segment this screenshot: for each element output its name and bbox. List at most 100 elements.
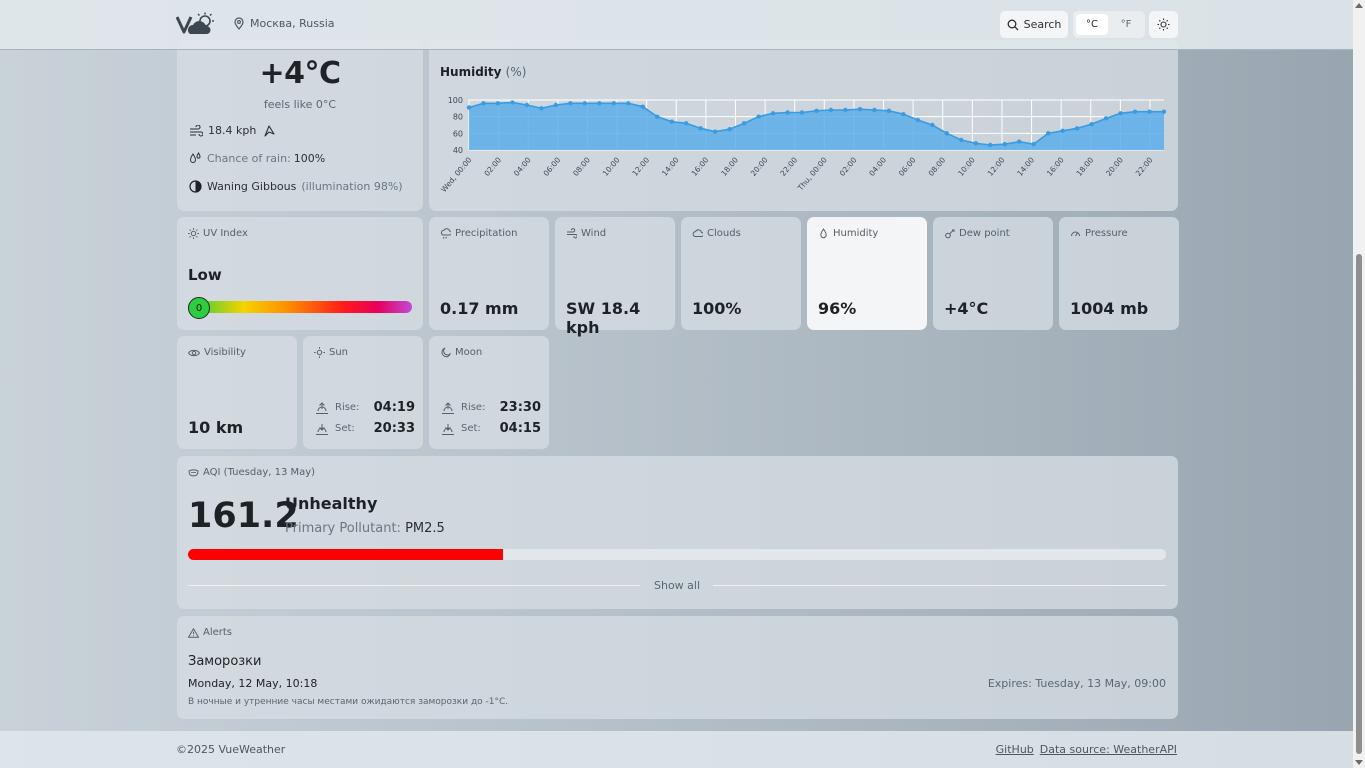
logo-icon[interactable] (176, 12, 218, 38)
humidity-point[interactable] (1002, 141, 1007, 147)
aqi-header: AQI (Tuesday, 13 May) (188, 467, 315, 478)
tile-humidity[interactable]: Humidity 96% (807, 217, 927, 330)
humidity-point[interactable] (1161, 109, 1167, 114)
tile-value: 96% (818, 299, 857, 318)
humidity-point[interactable] (1103, 116, 1109, 121)
github-link[interactable]: GitHub (996, 743, 1034, 756)
humidity-point[interactable] (553, 102, 559, 108)
humidity-point[interactable] (1132, 109, 1138, 114)
humidity-point[interactable] (1031, 141, 1036, 147)
scroll-up-arrow[interactable] (1355, 3, 1363, 8)
humidity-point[interactable] (727, 126, 732, 132)
alerts-header: Alerts (188, 627, 232, 638)
humidity-point[interactable] (655, 114, 660, 119)
humidity-point[interactable] (1118, 111, 1123, 116)
aqi-pollutant-label: Primary Pollutant: (285, 521, 401, 536)
tile-dew-point[interactable]: Dew point +4°C (933, 217, 1053, 330)
humidity-point[interactable] (930, 122, 935, 128)
scrollbar[interactable] (1353, 0, 1365, 768)
footer-links: GitHub Data source: WeatherAPI (996, 743, 1177, 756)
tile-wind[interactable]: Wind SW 18.4 kph (555, 217, 675, 337)
humidity-point[interactable] (597, 101, 602, 106)
x-tick-label: 12:00 (630, 155, 651, 178)
scroll-down-arrow[interactable] (1355, 760, 1363, 765)
humidity-point[interactable] (712, 129, 718, 134)
humidity-point[interactable] (495, 101, 501, 106)
sun-header: Sun (314, 347, 348, 358)
humidity-point[interactable] (915, 117, 921, 123)
humidity-point[interactable] (466, 105, 472, 110)
sun-label: Sun (329, 347, 349, 358)
humidity-point[interactable] (741, 121, 747, 126)
unit-celsius-button[interactable]: °C (1076, 14, 1108, 35)
tile-label: Clouds (707, 228, 741, 239)
humidity-point[interactable] (669, 119, 674, 124)
humidity-point[interactable] (1074, 126, 1080, 131)
tile-header: Clouds (692, 228, 741, 239)
humidity-point[interactable] (901, 111, 906, 117)
alerts-card: Alerts Заморозки Monday, 12 May, 10:18 E… (177, 616, 1178, 719)
humidity-point[interactable] (1045, 131, 1051, 136)
humidity-point[interactable] (568, 101, 573, 106)
humidity-point[interactable] (785, 110, 790, 115)
humidity-point[interactable] (698, 126, 703, 131)
humidity-point[interactable] (539, 106, 544, 111)
humidity-point[interactable] (828, 107, 834, 113)
x-tick-label: 14:00 (660, 155, 681, 178)
humidity-point[interactable] (944, 131, 950, 136)
aqi-label: AQI (Tuesday, 13 May) (203, 467, 316, 478)
humidity-point[interactable] (481, 101, 486, 106)
tile-pressure[interactable]: Pressure 1004 mb (1059, 217, 1179, 330)
location[interactable]: Москва, Russia (233, 17, 335, 30)
uv-index-card: UV Index Low 0 (177, 217, 423, 330)
humidity-point[interactable] (524, 102, 530, 108)
humidity-point[interactable] (988, 142, 993, 148)
moon-illumination: (illumination 98%) (301, 180, 403, 193)
visibility-value: 10 km (188, 418, 244, 437)
location-text: Москва, Russia (250, 17, 335, 30)
humidity-point[interactable] (683, 121, 689, 126)
humidity-point[interactable] (886, 108, 892, 114)
aqi-show-all[interactable]: Show all (188, 579, 1166, 593)
humidity-point[interactable] (973, 141, 978, 146)
humidity-point[interactable] (1017, 139, 1022, 144)
tile-precipitation[interactable]: Precipitation 0.17 mm (429, 217, 549, 330)
humidity-point[interactable] (1147, 109, 1152, 114)
y-tick-label: 40 (453, 146, 463, 155)
humidity-point[interactable] (640, 104, 645, 109)
tile-value: +4°C (944, 299, 989, 318)
aqi-progress-track (188, 549, 1166, 560)
humidity-point[interactable] (843, 107, 848, 113)
moonrise-time: 23:30 (499, 400, 541, 415)
unit-fahrenheit-button[interactable]: °F (1110, 14, 1142, 35)
humidity-point[interactable] (857, 106, 863, 112)
x-tick-label: 16:00 (690, 155, 711, 178)
theme-toggle-button[interactable] (1149, 11, 1178, 38)
humidity-point[interactable] (872, 107, 877, 113)
humidity-point[interactable] (814, 108, 819, 114)
wind-icon (190, 124, 203, 137)
mask-icon (188, 468, 199, 476)
humidity-point[interactable] (611, 101, 616, 106)
uv-label: UV Index (203, 228, 248, 239)
humidity-point[interactable] (626, 101, 631, 106)
humidity-point[interactable] (582, 101, 588, 106)
show-all-button[interactable]: Show all (188, 579, 1166, 592)
sunrise-row: Rise: 04:19 (315, 400, 415, 415)
data-source-link[interactable]: Data source: WeatherAPI (1040, 743, 1177, 756)
tile-label: Precipitation (455, 228, 518, 239)
humidity-chart[interactable]: 40 60 80 100 Wed, 00:00 02:00 04:00 06:00 08:00 1… (429, 40, 1178, 211)
humidity-point[interactable] (1089, 121, 1094, 127)
scroll-thumb[interactable] (1356, 254, 1362, 754)
humidity-point[interactable] (770, 111, 776, 116)
tile-clouds[interactable]: Clouds 100% (681, 217, 801, 330)
search-button[interactable]: Search (1000, 11, 1068, 38)
alert-date: Monday, 12 May, 10:18 (188, 677, 318, 690)
humidity-point[interactable] (510, 100, 515, 105)
humidity-point[interactable] (1060, 128, 1065, 134)
tile-label: Humidity (833, 228, 879, 239)
humidity-point[interactable] (756, 114, 761, 119)
tile-value: SW 18.4 kph (566, 299, 641, 337)
humidity-point[interactable] (799, 110, 805, 115)
humidity-point[interactable] (959, 137, 964, 143)
